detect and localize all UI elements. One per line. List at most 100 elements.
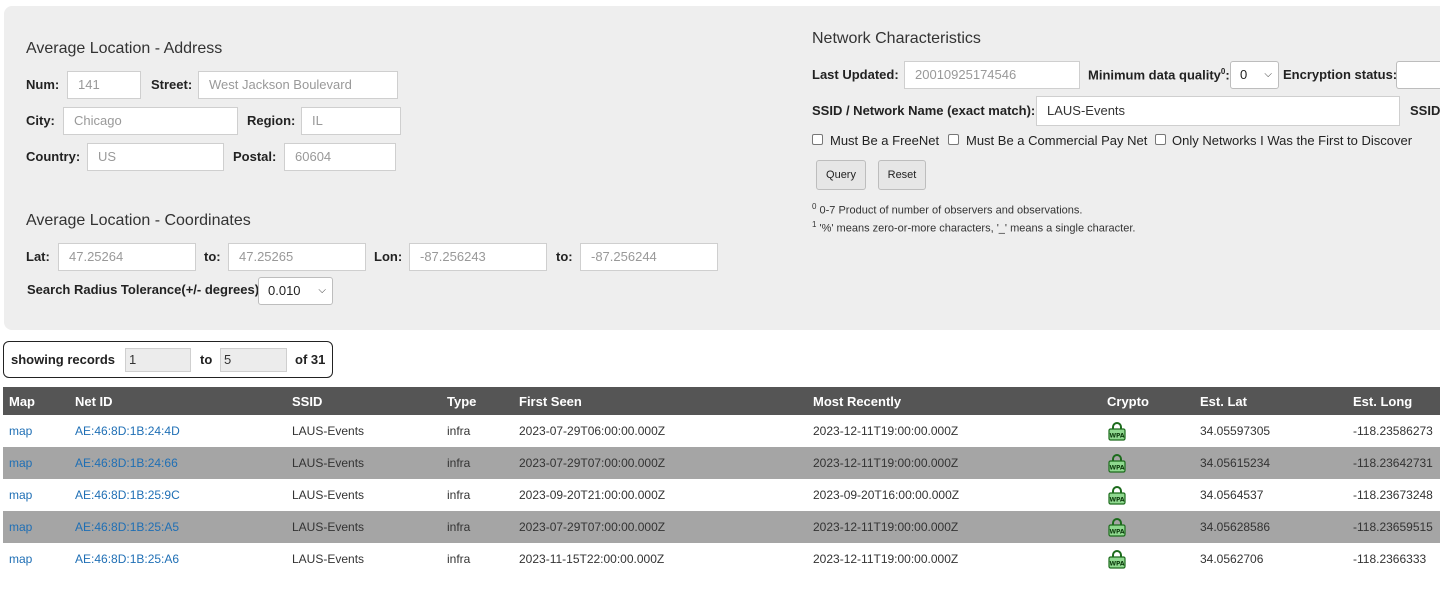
table-row: map AE:46:8D:1B:24:4D LAUS-Events infra 2023…: [3, 415, 1440, 447]
lon-from-input[interactable]: -87.256243: [409, 243, 547, 271]
postal-input[interactable]: 60604: [284, 143, 396, 171]
first-discover-label: Only Networks I Was the First to Discove…: [1172, 133, 1413, 148]
lat-from-input[interactable]: 47.25264: [58, 243, 196, 271]
crypto-cell: WPA: [1101, 511, 1194, 543]
map-link[interactable]: map: [9, 424, 32, 438]
map-link[interactable]: map: [9, 456, 32, 470]
country-input[interactable]: US: [87, 143, 224, 171]
address-heading: Average Location - Address: [26, 40, 223, 57]
radius-select[interactable]: 0.010 ⌵: [258, 277, 333, 305]
col-header-most-recently[interactable]: Most Recently: [807, 387, 1101, 415]
last-updated-label: Last Updated:: [812, 67, 899, 82]
crypto-cell: WPA: [1101, 415, 1194, 447]
netid-link[interactable]: AE:46:8D:1B:25:A6: [75, 552, 179, 566]
col-header-ssid[interactable]: SSID: [286, 387, 441, 415]
ssid-cell: LAUS-Events: [286, 511, 441, 543]
chevron-down-icon: ⌵: [318, 285, 326, 296]
col-header-first-seen[interactable]: First Seen: [513, 387, 807, 415]
ssid-cell: LAUS-Events: [292, 488, 365, 502]
est-lat-cell: 34.05615234: [1194, 447, 1347, 479]
ssid-pattern-label: SSID: [1410, 103, 1440, 118]
crypto-cell: WPA: [1101, 479, 1194, 511]
most-recently-cell: 2023-12-11T19:00:00.000Z: [807, 447, 1101, 479]
showing-label: showing records: [11, 352, 116, 367]
min-quality-label: Minimum data quality0:: [1088, 67, 1230, 82]
footnote-wildcard: 1 '%' means zero-or-more characters, '_'…: [812, 220, 1135, 235]
last-updated-input[interactable]: 20010925174546: [904, 61, 1080, 89]
chevron-down-icon: ⌵: [1264, 69, 1272, 80]
lat-label: Lat:: [26, 249, 50, 264]
footnote-quality: 0 0-7 Product of number of observers and…: [812, 202, 1082, 217]
lat-to-label: to:: [204, 249, 221, 264]
wpa-label: WPA: [1109, 465, 1124, 472]
type-cell: infra: [447, 424, 471, 438]
wpa-lock-icon: WPA: [1108, 550, 1126, 569]
first-seen-cell: 2023-07-29T07:00:00.000Z: [513, 511, 807, 543]
map-link[interactable]: map: [9, 520, 32, 534]
table-row: map AE:46:8D:1B:25:9C LAUS-Events infra 2023…: [3, 479, 1440, 511]
table-row: map AE:46:8D:1B:25:A5 LAUS-Events infra 2023…: [3, 511, 1440, 543]
col-header-type[interactable]: Type: [441, 387, 513, 415]
record-to-input[interactable]: 5: [220, 348, 287, 372]
est-lat-cell: 34.05597305: [1200, 424, 1271, 438]
encryption-select[interactable]: [1396, 61, 1440, 89]
col-header-map[interactable]: Map: [3, 387, 69, 415]
est-lat-cell: 34.0562706: [1200, 552, 1264, 566]
wpa-lock-icon: WPA: [1108, 486, 1126, 505]
netid-link[interactable]: AE:46:8D:1B:25:9C: [75, 488, 180, 502]
est-lat-cell: 34.0564537: [1200, 488, 1264, 502]
region-input[interactable]: IL: [301, 107, 401, 135]
est-long-cell: -118.23673248: [1353, 488, 1433, 502]
first-discover-checkbox[interactable]: [1155, 134, 1166, 145]
paynet-checkbox[interactable]: [948, 134, 959, 145]
freenet-checkbox[interactable]: [812, 134, 823, 145]
record-from-input[interactable]: 1: [125, 348, 191, 372]
wpa-lock-icon: WPA: [1108, 422, 1126, 441]
encryption-label: Encryption status:: [1283, 67, 1398, 82]
table-row: map AE:46:8D:1B:24:66 LAUS-Events infra 2023…: [3, 447, 1440, 479]
network-heading: Network Characteristics: [812, 30, 981, 47]
lat-to-input[interactable]: 47.25265: [228, 243, 366, 271]
table-row: map AE:46:8D:1B:25:A6 LAUS-Events infra 2023…: [3, 543, 1440, 575]
record-pager: showing records 1 to 5 of 31: [3, 341, 333, 378]
netid-link[interactable]: AE:46:8D:1B:24:66: [75, 456, 178, 470]
est-long-cell: -118.23659515: [1347, 511, 1440, 543]
lon-to-input[interactable]: -87.256244: [580, 243, 718, 271]
radius-value: 0.010: [268, 283, 301, 298]
city-label: City:: [26, 113, 55, 128]
footnote-quality-text: 0-7 Product of number of observers and o…: [816, 204, 1083, 217]
most-recently-cell: 2023-12-11T19:00:00.000Z: [813, 552, 959, 566]
netid-link[interactable]: AE:46:8D:1B:25:A5: [75, 520, 179, 534]
col-header-crypto[interactable]: Crypto: [1101, 387, 1194, 415]
reset-button[interactable]: Reset: [878, 160, 926, 190]
table-header-row: Map Net ID SSID Type First Seen Most Rec…: [3, 387, 1440, 415]
type-cell: infra: [447, 488, 471, 502]
col-header-est-lat[interactable]: Est. Lat: [1194, 387, 1347, 415]
type-cell: infra: [447, 552, 471, 566]
crypto-cell: WPA: [1101, 543, 1194, 575]
wpa-label: WPA: [1109, 561, 1124, 568]
netid-link[interactable]: AE:46:8D:1B:24:4D: [75, 424, 180, 438]
col-header-netid[interactable]: Net ID: [69, 387, 286, 415]
num-label: Num:: [26, 77, 60, 92]
min-quality-select[interactable]: 0 ⌵: [1230, 61, 1279, 89]
street-label: Street:: [151, 77, 193, 92]
wpa-lock-icon: WPA: [1108, 518, 1126, 537]
query-button[interactable]: Query: [816, 160, 866, 190]
ssid-label: SSID / Network Name (exact match):: [812, 103, 1036, 118]
region-label: Region:: [247, 113, 296, 128]
num-input[interactable]: 141: [67, 71, 141, 99]
est-long-cell: -118.2366333: [1353, 552, 1427, 566]
col-header-est-long[interactable]: Est. Long: [1347, 387, 1440, 415]
ssid-input[interactable]: LAUS-Events: [1036, 96, 1400, 126]
lon-to-label: to:: [556, 249, 573, 264]
results-table: Map Net ID SSID Type First Seen Most Rec…: [3, 387, 1440, 575]
map-link[interactable]: map: [9, 552, 32, 566]
city-input[interactable]: Chicago: [63, 107, 238, 135]
map-link[interactable]: map: [9, 488, 32, 502]
postal-label: Postal:: [233, 149, 277, 164]
radius-label: Search Radius Tolerance(+/- degrees):: [27, 282, 264, 297]
first-seen-cell: 2023-09-20T21:00:00.000Z: [519, 488, 666, 502]
street-input[interactable]: West Jackson Boulevard: [198, 71, 398, 99]
wpa-label: WPA: [1109, 433, 1124, 440]
